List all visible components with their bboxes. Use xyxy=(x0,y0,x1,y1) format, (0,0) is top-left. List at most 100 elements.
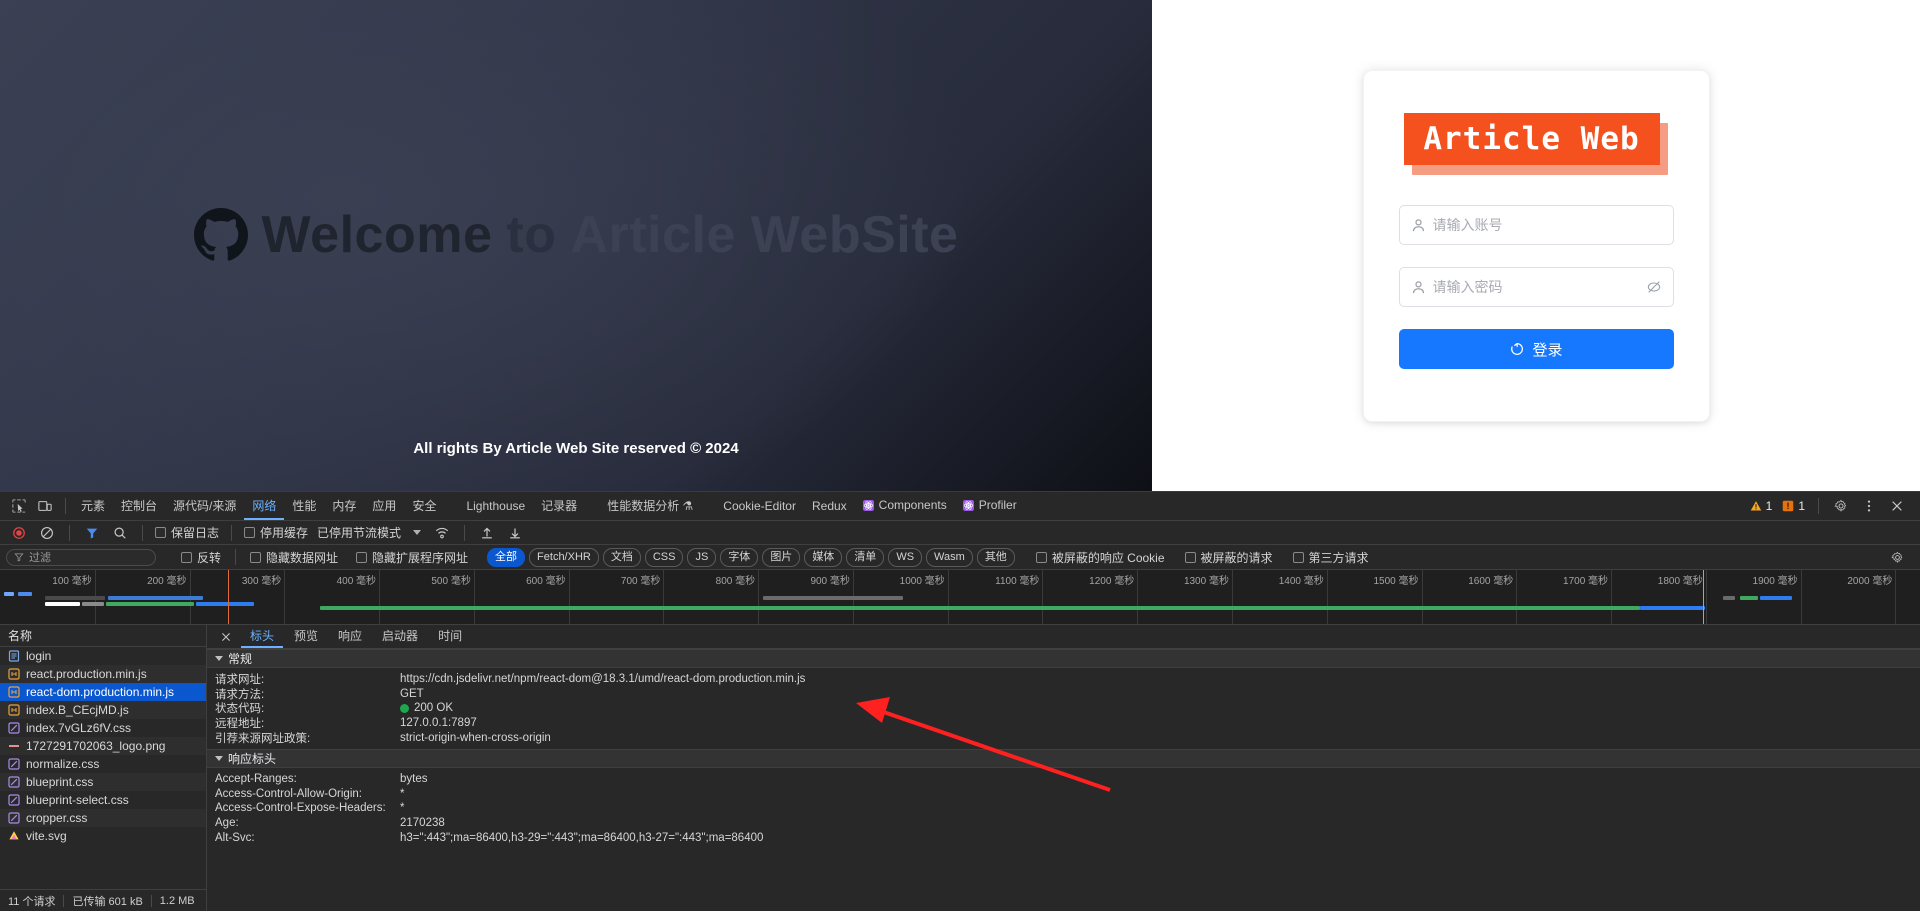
type-filter-doc[interactable]: 文档 xyxy=(602,547,641,567)
load-event-line xyxy=(1703,570,1704,624)
overview-request-bar xyxy=(108,596,203,600)
tab-lighthouse[interactable]: Lighthouse xyxy=(458,492,533,520)
tab-components[interactable]: Components xyxy=(855,492,955,520)
overview-tick: 300 毫秒 xyxy=(242,570,286,624)
type-filter-img[interactable]: 图片 xyxy=(762,547,801,567)
request-name: blueprint.css xyxy=(26,775,94,789)
tab-network[interactable]: 网络 xyxy=(244,492,285,520)
tab-security[interactable]: 安全 xyxy=(404,492,444,520)
tab-application[interactable]: 应用 xyxy=(364,492,404,520)
request-list: 名称 login react.production.min.js react-dom… xyxy=(0,625,207,911)
close-devtools-icon[interactable] xyxy=(1884,494,1910,518)
overview-request-bar xyxy=(18,592,32,596)
third-party-checkbox[interactable]: 第三方请求 xyxy=(1290,549,1372,566)
detail-body: 常规 请求网址: https://cdn.jsdelivr.net/npm/rea… xyxy=(207,649,1920,911)
inspect-element-icon[interactable] xyxy=(6,494,32,518)
overview-tick: 1000 毫秒 xyxy=(900,570,949,624)
checkbox-box xyxy=(155,527,166,538)
disable-cache-checkbox[interactable]: 停用缓存 xyxy=(241,524,311,541)
type-filter-all[interactable]: 全部 xyxy=(487,547,526,567)
request-row[interactable]: react.production.min.js xyxy=(0,665,206,683)
detail-tab-initiator[interactable]: 启动器 xyxy=(373,625,427,648)
tab-console[interactable]: 控制台 xyxy=(113,492,165,520)
tab-profiler[interactable]: Profiler xyxy=(955,492,1025,520)
overview-tick-label: 1500 毫秒 xyxy=(1373,576,1419,587)
tab-recorder[interactable]: 记录器 xyxy=(533,492,585,520)
type-filter-ws[interactable]: WS xyxy=(888,547,923,567)
settings-gear-icon[interactable] xyxy=(1828,494,1854,518)
resource-type-icon xyxy=(8,704,20,716)
tab-performance-insights[interactable]: 性能数据分析 ⚗ xyxy=(599,492,701,520)
search-icon[interactable] xyxy=(107,521,133,545)
username-field[interactable]: 请输入账号 xyxy=(1398,205,1674,245)
request-row[interactable]: normalize.css xyxy=(0,755,206,773)
warning-badge[interactable]: 1 xyxy=(1746,499,1777,513)
type-filter-wasm[interactable]: Wasm xyxy=(926,547,973,567)
request-row[interactable]: blueprint.css xyxy=(0,773,206,791)
preserve-log-checkbox[interactable]: 保留日志 xyxy=(152,524,222,541)
request-row[interactable]: index.B_CEcjMD.js xyxy=(0,701,206,719)
import-har-icon[interactable] xyxy=(474,521,500,545)
overview-tick-label: 1400 毫秒 xyxy=(1278,576,1324,587)
toggle-device-toolbar-icon[interactable] xyxy=(32,494,58,518)
detail-tab-headers[interactable]: 标头 xyxy=(241,625,284,648)
tab-performance[interactable]: 性能 xyxy=(284,492,324,520)
type-filter-font[interactable]: 字体 xyxy=(720,547,759,567)
type-filter-other[interactable]: 其他 xyxy=(976,547,1015,567)
resource-type-icon xyxy=(8,812,20,824)
filter-funnel-icon[interactable] xyxy=(79,521,105,545)
tab-redux[interactable]: Redux xyxy=(804,492,855,520)
login-submit-button[interactable]: 登录 xyxy=(1398,329,1674,369)
header-key: Alt-Svc: xyxy=(215,831,255,844)
more-options-icon[interactable] xyxy=(1856,494,1882,518)
clear-button[interactable] xyxy=(34,521,60,545)
throttling-select[interactable]: 已停用节流模式 xyxy=(313,524,405,541)
invert-checkbox[interactable]: 反转 xyxy=(178,549,224,566)
chevron-down-icon[interactable] xyxy=(413,530,422,535)
issue-badge[interactable]: 1 xyxy=(1778,499,1809,513)
devtools-panel: 元素 控制台 源代码/来源 网络 性能 内存 应用 安全 Lighthouse … xyxy=(0,491,1920,911)
request-row[interactable]: blueprint-select.css xyxy=(0,791,206,809)
tab-memory[interactable]: 内存 xyxy=(324,492,364,520)
eye-off-icon[interactable] xyxy=(1646,279,1662,295)
request-row[interactable]: cropper.css xyxy=(0,809,206,827)
detail-tab-response[interactable]: 响应 xyxy=(329,625,371,648)
type-filter-css[interactable]: CSS xyxy=(644,547,684,567)
network-conditions-icon[interactable] xyxy=(429,521,455,545)
hide-extension-urls-checkbox[interactable]: 隐藏扩展程序网址 xyxy=(353,549,471,566)
type-filter-manifest[interactable]: 清单 xyxy=(846,547,885,567)
request-row[interactable]: login xyxy=(0,647,206,665)
section-response-headers-header[interactable]: 响应标头 xyxy=(207,748,1920,768)
network-overview-timeline[interactable]: 100 毫秒 200 毫秒 300 毫秒 400 毫秒 500 毫秒 600 毫秒 700 … xyxy=(0,570,1920,625)
request-row[interactable]: vite.svg xyxy=(0,827,206,845)
response-header-rows: Accept-Ranges: bytes Access-Control-Allow-… xyxy=(207,772,1920,845)
checkbox-box xyxy=(1184,551,1196,563)
request-name: react-dom.production.min.js xyxy=(26,685,175,699)
triangle-down-icon xyxy=(215,755,223,761)
header-key: 请求网址: xyxy=(215,674,265,687)
section-general-header[interactable]: 常规 xyxy=(207,649,1920,668)
disable-cache-label: 停用缓存 xyxy=(260,526,309,540)
detail-tab-timing[interactable]: 时间 xyxy=(429,625,471,648)
type-filter-js[interactable]: JS xyxy=(687,547,717,567)
filterbar-settings-icon[interactable] xyxy=(1884,545,1910,569)
request-row[interactable]: react-dom.production.min.js xyxy=(0,683,206,701)
blocked-requests-checkbox[interactable]: 被屏蔽的请求 xyxy=(1182,549,1276,566)
tab-sources[interactable]: 源代码/来源 xyxy=(165,492,244,520)
tab-cookie-editor[interactable]: Cookie-Editor xyxy=(715,492,804,520)
request-row[interactable]: 1727291702063_logo.png xyxy=(0,737,206,755)
blocked-cookies-checkbox[interactable]: 被屏蔽的响应 Cookie xyxy=(1033,549,1168,566)
password-field[interactable]: 请输入密码 xyxy=(1398,267,1674,307)
type-filter-fetch-xhr[interactable]: Fetch/XHR xyxy=(529,547,599,567)
login-arrow-icon xyxy=(1511,343,1524,355)
hide-data-urls-checkbox[interactable]: 隐藏数据网址 xyxy=(247,549,341,566)
section-response-headers-title: 响应标头 xyxy=(228,751,277,766)
export-har-icon[interactable] xyxy=(502,521,528,545)
record-button[interactable] xyxy=(6,521,32,545)
detail-tab-preview[interactable]: 预览 xyxy=(285,625,327,648)
request-row[interactable]: index.7vGLz6fV.css xyxy=(0,719,206,737)
tab-elements[interactable]: 元素 xyxy=(73,492,113,520)
filter-input[interactable]: 过滤 xyxy=(6,548,156,566)
close-detail-icon[interactable] xyxy=(213,625,239,649)
type-filter-media[interactable]: 媒体 xyxy=(804,547,843,567)
